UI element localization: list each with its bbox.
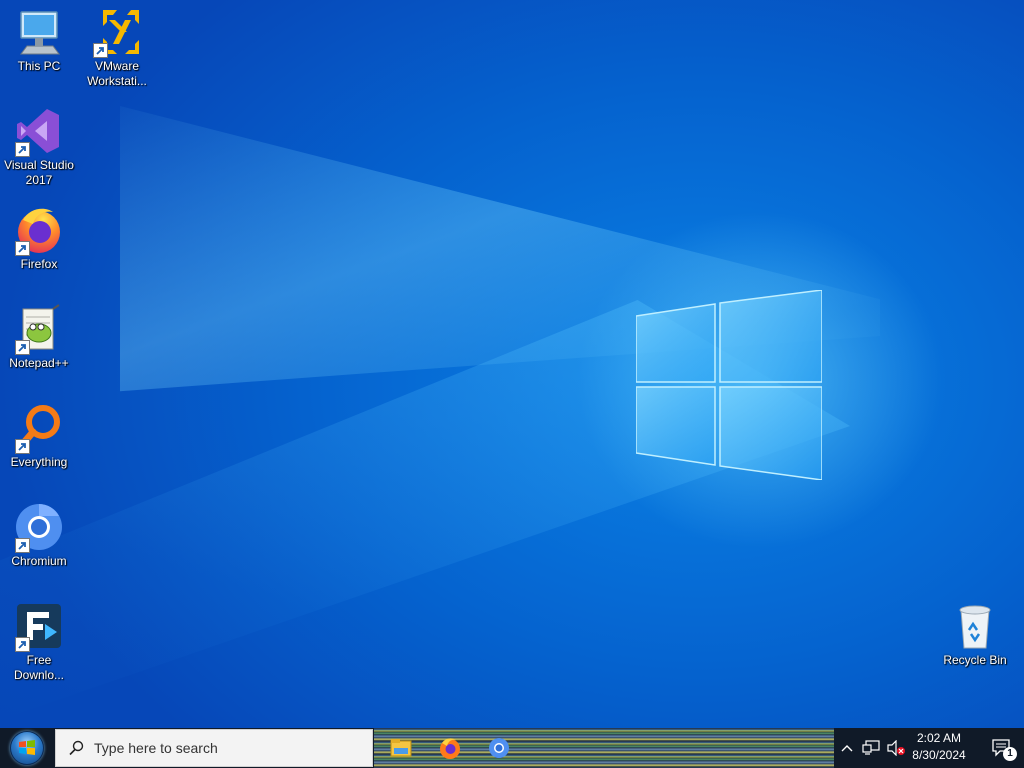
desktop-icon-notepadpp[interactable]: Notepad++ <box>2 303 76 371</box>
chromium-icon <box>13 501 65 553</box>
desktop-icon-label: Recycle Bin <box>943 653 1007 667</box>
desktop-icon-visual-studio[interactable]: Visual Studio 2017 <box>2 105 76 188</box>
visual-studio-icon <box>13 105 65 157</box>
chromium-icon <box>489 738 509 758</box>
network-status-button[interactable] <box>859 728 883 768</box>
windows-logo-wallpaper <box>636 290 822 480</box>
start-button[interactable] <box>0 728 54 768</box>
clock-date: 8/30/2024 <box>912 748 966 762</box>
clock-time: 2:02 AM <box>916 731 962 745</box>
shortcut-arrow-icon <box>93 43 108 58</box>
taskbar-firefox[interactable] <box>427 728 473 768</box>
desktop-icon-vmware[interactable]: VMware Workstati... <box>80 6 154 89</box>
notification-icon: 1 <box>991 737 1017 761</box>
vmware-icon <box>91 6 143 58</box>
chevron-up-icon <box>841 745 853 752</box>
taskbar-chromium[interactable] <box>476 728 522 768</box>
shortcut-arrow-icon <box>15 340 30 355</box>
shortcut-arrow-icon <box>15 637 30 652</box>
taskbar-file-explorer[interactable] <box>378 728 424 768</box>
taskbar-search-box[interactable] <box>55 729 373 767</box>
shortcut-arrow-icon <box>15 439 30 454</box>
desktop-icon-this-pc[interactable]: This PC <box>2 6 76 74</box>
search-input[interactable] <box>94 740 354 756</box>
file-explorer-icon <box>390 739 412 757</box>
desktop-icon-free-download-manager[interactable]: Free Downlo... <box>2 600 76 683</box>
desktop-wallpaper <box>0 0 1024 728</box>
free-download-manager-icon <box>13 600 65 652</box>
shortcut-arrow-icon <box>15 538 30 553</box>
volume-muted-icon <box>887 740 905 756</box>
desktop-icon-recycle-bin[interactable]: Recycle Bin <box>938 600 1012 668</box>
desktop-icon-label: Notepad++ <box>9 356 69 370</box>
desktop-icon-label: Chromium <box>11 554 67 568</box>
system-clock[interactable]: 2:02 AM 8/30/2024 <box>904 730 974 766</box>
taskbar: 2:02 AM 8/30/2024 1 <box>0 728 1024 768</box>
firefox-icon <box>13 204 65 256</box>
shortcut-arrow-icon <box>15 142 30 157</box>
desktop-icon-chromium[interactable]: Chromium <box>2 501 76 569</box>
computer-icon <box>13 6 65 58</box>
shortcut-arrow-icon <box>15 241 30 256</box>
taskbar-apps-area <box>374 728 834 768</box>
desktop-icon-label: Firefox <box>20 257 58 271</box>
everything-icon <box>13 402 65 454</box>
firefox-icon <box>440 738 460 759</box>
desktop-icon-label: Free Downlo... <box>13 653 65 682</box>
search-icon <box>69 740 84 756</box>
action-center-button[interactable]: 1 <box>980 728 1024 768</box>
desktop-icon-firefox[interactable]: Firefox <box>2 204 76 272</box>
desktop-icon-label: Everything <box>10 455 68 469</box>
notification-count-badge: 1 <box>1003 747 1017 761</box>
network-icon <box>862 740 880 755</box>
recycle-bin-icon <box>949 600 1001 652</box>
notepadpp-icon <box>13 303 65 355</box>
show-hidden-icons-button[interactable] <box>836 728 858 768</box>
start-orb-icon <box>10 731 44 765</box>
desktop-icon-label: VMware Workstati... <box>87 59 147 88</box>
desktop-icon-label: This PC <box>17 59 61 73</box>
desktop-icon-label: Visual Studio 2017 <box>4 158 74 187</box>
desktop-icon-everything[interactable]: Everything <box>2 402 76 470</box>
